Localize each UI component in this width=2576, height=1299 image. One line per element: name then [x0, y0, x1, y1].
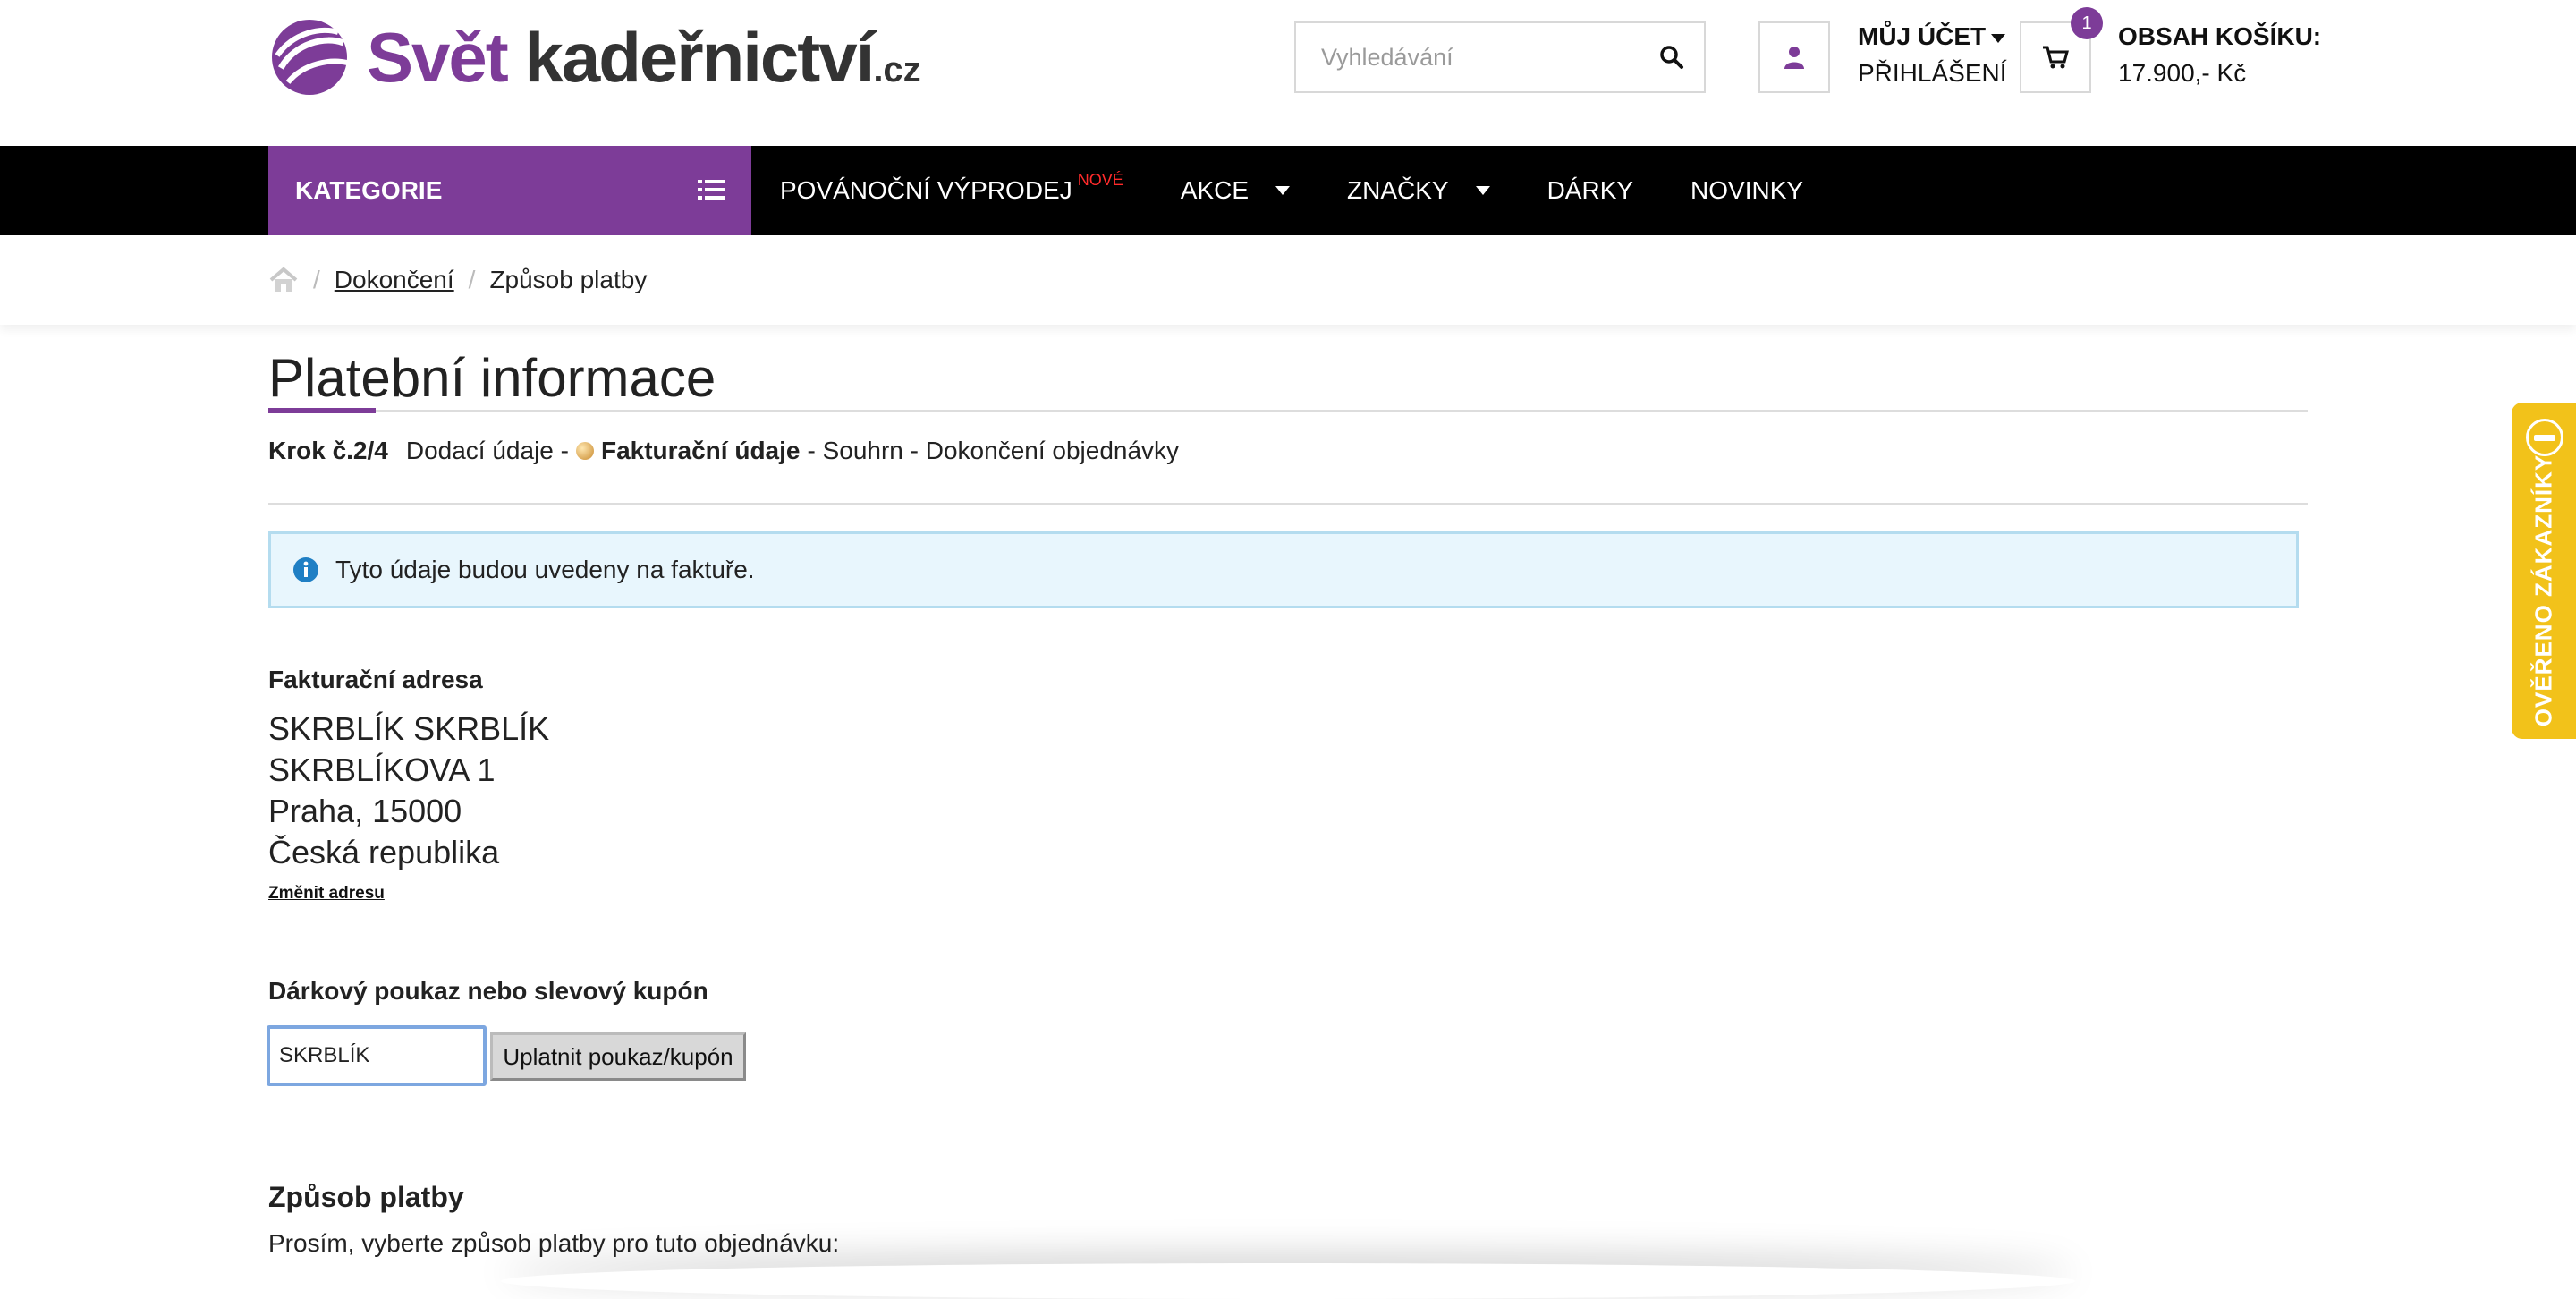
steps-divider — [268, 503, 2308, 505]
site-header: Svět kadeřnictví.cz MŮJ ÚČET PŘIHLÁŠENÍ … — [0, 0, 2576, 146]
verified-customers-label: OVĚŘENO ZÁKAZNÍKY — [2529, 454, 2557, 727]
logo-wordmark: Svět kadeřnictví.cz — [367, 22, 921, 92]
breadcrumb-bar: / Dokončení / Způsob platby — [0, 235, 2576, 325]
cart-title: OBSAH KOŠÍKU: — [2118, 22, 2322, 50]
checkout-steps: Krok č.2/4 Dodací údaje - Fakturační úda… — [268, 437, 1179, 465]
nav-item-darky[interactable]: DÁRKY — [1519, 146, 1662, 235]
address-line-city: Praha, 15000 — [268, 793, 462, 829]
cart-total: 17.900,- Kč — [2118, 59, 2247, 87]
address-line-street: SKRBLÍKOVA 1 — [268, 751, 496, 788]
home-icon[interactable] — [268, 267, 299, 293]
categories-button[interactable]: KATEGORIE — [268, 146, 751, 235]
info-icon — [293, 557, 318, 582]
info-alert: Tyto údaje budou uvedeny na faktuře. — [268, 531, 2299, 608]
step-delivery: Dodací údaje - — [405, 437, 569, 464]
logo-word-1: Svět — [367, 18, 509, 97]
breadcrumb: / Dokončení / Způsob platby — [268, 262, 647, 298]
info-alert-text: Tyto údaje budou uvedeny na faktuře. — [335, 556, 755, 583]
floating-panel-shadow — [501, 1263, 2075, 1299]
payment-method-heading: Způsob platby — [268, 1181, 464, 1213]
site-logo[interactable]: Svět kadeřnictví.cz — [268, 16, 921, 98]
cart-count-badge: 1 — [2071, 7, 2103, 39]
coupon-heading: Dárkový poukaz nebo slevový kupón — [268, 977, 708, 1005]
chevron-down-icon — [1275, 186, 1290, 195]
chevron-down-icon — [1475, 186, 1490, 195]
search-icon — [1660, 46, 1683, 69]
breadcrumb-separator: / — [468, 266, 476, 293]
title-accent-bar — [268, 408, 376, 413]
nav-item-akce[interactable]: AKCE — [1152, 146, 1318, 235]
list-icon — [698, 180, 724, 200]
new-badge: NOVÉ — [1077, 171, 1123, 189]
change-address-link[interactable]: Změnit adresu — [268, 884, 385, 904]
logo-word-2: kadeřnictví — [524, 18, 875, 97]
account-title[interactable]: MŮJ ÚČET — [1858, 22, 1986, 50]
search-box — [1294, 21, 1706, 93]
nav-menu: POVÁNOČNÍ VÝPRODEJ NOVÉ AKCE ZNAČKY DÁRK… — [751, 146, 1832, 235]
user-icon — [1784, 47, 1804, 69]
nav-item-label: NOVINKY — [1690, 176, 1804, 204]
nav-item-label: POVÁNOČNÍ VÝPRODEJ — [780, 176, 1072, 204]
step-counter: Krok č.2/4 — [268, 437, 388, 464]
chevron-down-icon — [1991, 33, 2006, 43]
nav-item-label: AKCE — [1180, 176, 1249, 204]
main-nav: KATEGORIE POVÁNOČNÍ VÝPRODEJ NOVÉ AKCE Z… — [0, 146, 2576, 235]
nav-item-povanocni-vyprodej[interactable]: POVÁNOČNÍ VÝPRODEJ NOVÉ — [751, 146, 1152, 235]
categories-label: KATEGORIE — [295, 176, 443, 204]
account-button[interactable] — [1758, 21, 1830, 93]
address-line-country: Česká republika — [268, 834, 500, 870]
step-remaining: - Souhrn - Dokončení objednávky — [807, 437, 1180, 464]
payment-method-instruction: Prosím, vyberte způsob platby pro tuto o… — [268, 1229, 840, 1257]
breadcrumb-current: Způsob platby — [489, 266, 648, 293]
coupon-input[interactable] — [267, 1025, 487, 1086]
nav-item-novinky[interactable]: NOVINKY — [1662, 146, 1832, 235]
page-title: Platební informace — [268, 348, 716, 408]
address-line-name: SKRBLÍK SKRBLÍK — [268, 710, 550, 747]
cart-icon — [2043, 46, 2069, 69]
search-input[interactable] — [1296, 23, 1640, 91]
login-link[interactable]: PŘIHLÁŠENÍ — [1858, 55, 2007, 91]
nav-item-label: ZNAČKY — [1347, 176, 1449, 204]
logo-tld: .cz — [873, 50, 921, 89]
billing-address-heading: Fakturační adresa — [268, 666, 483, 693]
title-divider — [268, 410, 2308, 412]
verified-seal-icon — [2526, 419, 2563, 456]
verified-customers-badge[interactable]: OVĚŘENO ZÁKAZNÍKY — [2512, 403, 2576, 739]
account-menu[interactable]: MŮJ ÚČET PŘIHLÁŠENÍ — [1858, 18, 2007, 91]
breadcrumb-link-dokonceni[interactable]: Dokončení — [335, 266, 454, 294]
nav-item-label: DÁRKY — [1546, 176, 1634, 204]
nav-item-znacky[interactable]: ZNAČKY — [1318, 146, 1519, 235]
apply-coupon-button[interactable]: Uplatnit poukaz/kupón — [490, 1032, 746, 1081]
cart-summary[interactable]: OBSAH KOŠÍKU: 17.900,- Kč — [2118, 18, 2321, 91]
current-step-icon — [575, 442, 594, 460]
search-button[interactable] — [1640, 23, 1704, 91]
billing-address: SKRBLÍK SKRBLÍK SKRBLÍKOVA 1 Praha, 1500… — [268, 709, 549, 873]
breadcrumb-separator: / — [313, 266, 320, 293]
step-billing-current: Fakturační údaje — [600, 437, 801, 464]
logo-swirl-icon — [272, 20, 348, 95]
